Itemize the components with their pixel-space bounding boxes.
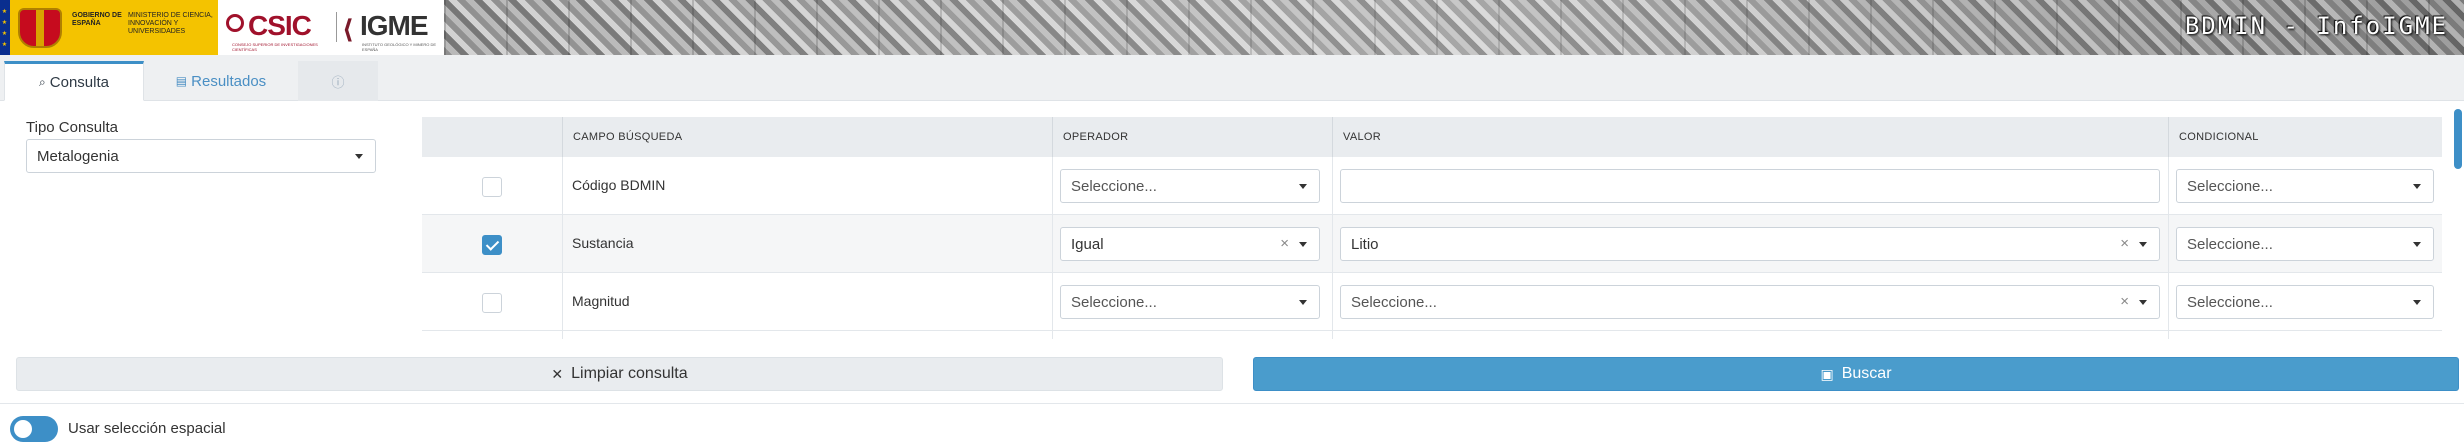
clear-icon[interactable]: × <box>2120 293 2129 310</box>
gov-text: GOBIERNO DE ESPAÑA <box>72 12 122 27</box>
search-label: Buscar <box>1841 365 1892 382</box>
tipo-consulta-value: Metalogenia <box>37 147 119 165</box>
condicional-value: Seleccione... <box>2187 177 2273 195</box>
chevron-down-icon <box>2413 242 2421 247</box>
campo-label: Magnitud <box>572 293 630 309</box>
search-icon: ▣ <box>1820 365 1834 382</box>
tab-bar: ⌕ Consulta ▤ Resultados ⓘ <box>0 55 2464 101</box>
close-icon: ✕ <box>551 365 564 382</box>
operador-select[interactable]: Seleccione... <box>1060 285 1320 319</box>
operador-value: Seleccione... <box>1071 177 1157 195</box>
campo-label: Código BDMIN <box>572 177 666 193</box>
valor-input[interactable] <box>1340 169 2160 203</box>
valor-select[interactable]: Seleccione... × <box>1340 285 2160 319</box>
csic-igme-logo: CSIC CONSEJO SUPERIOR DE INVESTIGACIONES… <box>218 0 444 55</box>
table-header: CAMPO BÚSQUEDA OPERADOR VALOR CONDICIONA… <box>422 117 2442 157</box>
chevron-down-icon <box>1299 242 1307 247</box>
gobierno-logo: GOBIERNO DE ESPAÑA MINISTERIO DE CIENCIA… <box>0 0 218 55</box>
campo-label: Sustancia <box>572 235 634 251</box>
spatial-selection-row: Usar selección espacial <box>0 403 2464 448</box>
spain-shield-icon <box>18 8 62 48</box>
table-row <box>422 331 2442 339</box>
header-condicional: CONDICIONAL <box>2168 117 2442 157</box>
operador-value: Igual <box>1071 235 1104 253</box>
chevron-down-icon <box>2139 242 2147 247</box>
condicional-select[interactable]: Seleccione... <box>2176 169 2434 203</box>
table-icon: ▤ <box>175 74 188 88</box>
csic-text: CSIC <box>248 10 312 41</box>
clear-icon[interactable]: × <box>2120 235 2129 252</box>
header-operador: OPERADOR <box>1052 117 1332 157</box>
chevron-down-icon <box>355 154 363 159</box>
app-title: BDMIN - InfoIGME <box>2184 12 2448 40</box>
valor-value: Litio <box>1351 235 1379 253</box>
chevron-down-icon <box>1299 184 1307 189</box>
tab-consulta[interactable]: ⌕ Consulta <box>4 61 144 101</box>
valor-value: Seleccione... <box>1351 293 1437 311</box>
spatial-selection-label: Usar selección espacial <box>68 420 226 437</box>
table-row: Magnitud Seleccione... Seleccione... × S… <box>422 273 2442 331</box>
eu-flag-icon <box>0 0 10 55</box>
tab-resultados[interactable]: ▤ Resultados <box>146 61 296 101</box>
search-fields-table: CAMPO BÚSQUEDA OPERADOR VALOR CONDICIONA… <box>422 117 2442 339</box>
header-valor: VALOR <box>1332 117 2168 157</box>
condicional-value: Seleccione... <box>2187 293 2273 311</box>
csic-subtitle: CONSEJO SUPERIOR DE INVESTIGACIONES CIEN… <box>232 42 318 52</box>
condicional-value: Seleccione... <box>2187 235 2273 253</box>
table-row: Código BDMIN Seleccione... Seleccione... <box>422 157 2442 215</box>
chevron-down-icon <box>1299 300 1307 305</box>
table-scrollbar[interactable] <box>2454 109 2462 169</box>
row-checkbox-checked[interactable] <box>482 235 502 255</box>
action-bar: ✕ Limpiar consulta ▣ Buscar <box>0 345 2464 397</box>
condicional-select[interactable]: Seleccione... <box>2176 227 2434 261</box>
clear-icon[interactable]: × <box>1280 235 1289 252</box>
table-row: Sustancia Igual × Litio × Seleccione... <box>422 215 2442 273</box>
ministry-text: MINISTERIO DE CIENCIA, INNOVACIÓN Y UNIV… <box>128 12 213 35</box>
spatial-selection-toggle[interactable] <box>10 416 58 442</box>
help-icon: ⓘ <box>331 74 345 90</box>
chevron-down-icon <box>2413 184 2421 189</box>
consulta-panel: Tipo Consulta Metalogenia CAMPO BÚSQUEDA… <box>0 101 2464 345</box>
header-photo-strip: BDMIN - InfoIGME <box>444 0 2464 55</box>
search-button[interactable]: ▣ Buscar <box>1253 357 2459 391</box>
tipo-consulta-label: Tipo Consulta <box>26 119 118 136</box>
igme-mark-icon: ⟨ <box>342 14 354 44</box>
operador-select[interactable]: Seleccione... <box>1060 169 1320 203</box>
operador-value: Seleccione... <box>1071 293 1157 311</box>
tab-label: Consulta <box>49 73 109 91</box>
header-campo: CAMPO BÚSQUEDA <box>562 117 1052 157</box>
row-checkbox[interactable] <box>482 177 502 197</box>
tab-label: Resultados <box>191 72 267 90</box>
valor-select[interactable]: Litio × <box>1340 227 2160 261</box>
app-header: GOBIERNO DE ESPAÑA MINISTERIO DE CIENCIA… <box>0 0 2464 55</box>
chevron-down-icon <box>2413 300 2421 305</box>
igme-text: IGME <box>360 10 429 41</box>
tab-help[interactable]: ⓘ <box>298 61 378 101</box>
clear-query-label: Limpiar consulta <box>571 365 688 382</box>
clear-query-button[interactable]: ✕ Limpiar consulta <box>16 357 1223 391</box>
row-checkbox[interactable] <box>482 293 502 313</box>
logo-divider <box>336 12 337 42</box>
chevron-down-icon <box>2139 300 2147 305</box>
tipo-consulta-select[interactable]: Metalogenia <box>26 139 376 173</box>
condicional-select[interactable]: Seleccione... <box>2176 285 2434 319</box>
igme-subtitle: INSTITUTO GEOLÓGICO Y MINERO DE ESPAÑA <box>362 42 437 52</box>
csic-mark-icon <box>226 14 244 32</box>
search-icon: ⌕ <box>39 74 46 89</box>
operador-select[interactable]: Igual × <box>1060 227 1320 261</box>
